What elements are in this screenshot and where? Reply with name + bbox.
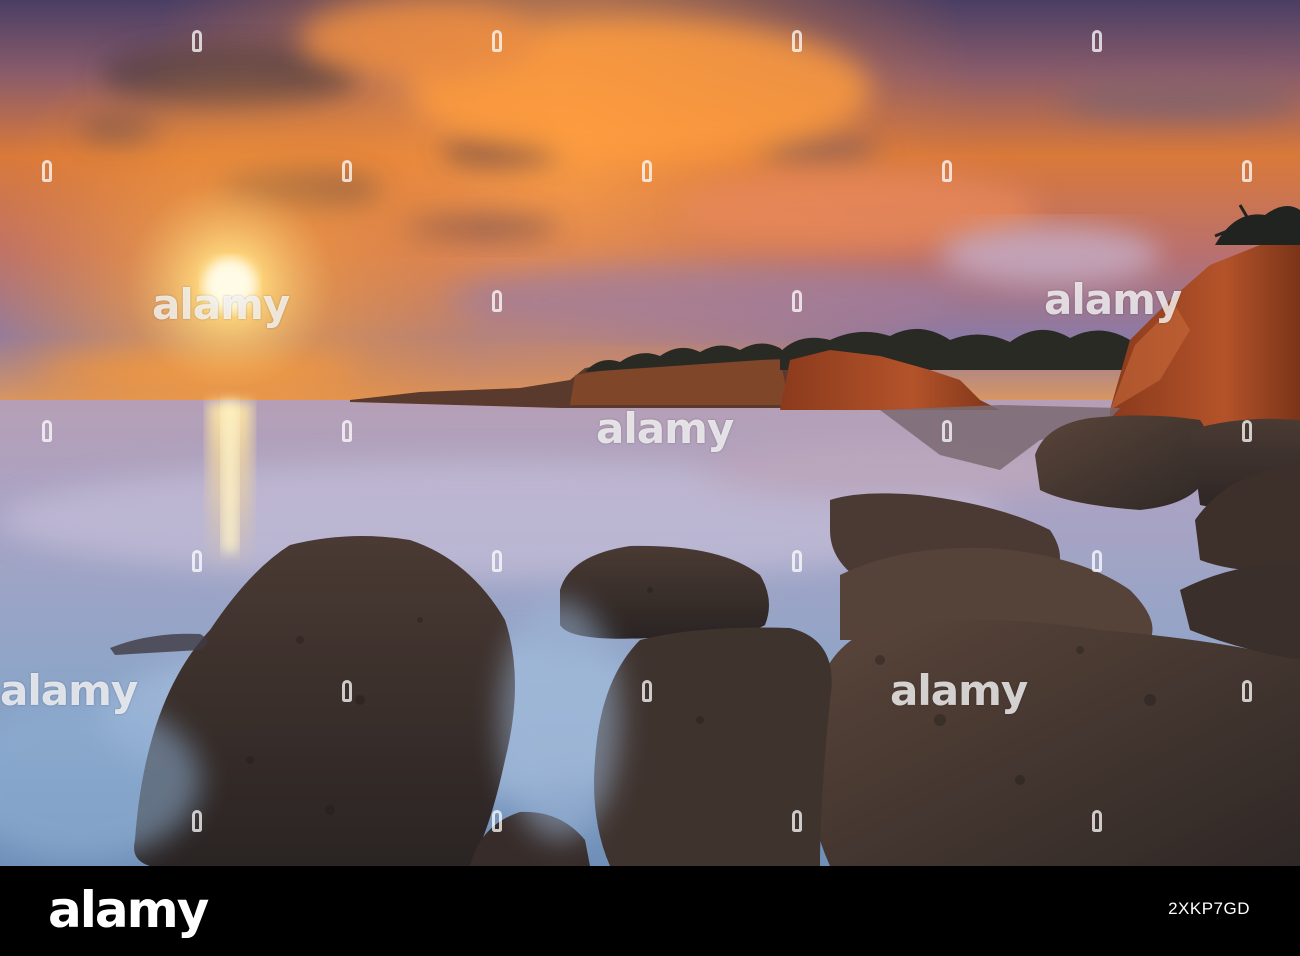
watermark-right: alamy [890, 666, 1028, 715]
watermark-mark [342, 420, 352, 442]
watermark-mark [1092, 550, 1102, 572]
watermark-left: alamy [0, 666, 138, 715]
watermark-mark [792, 30, 802, 52]
watermark-mid-right: alamy [1044, 275, 1182, 324]
alamy-logo: alamy [48, 881, 209, 939]
watermark-mark [492, 30, 502, 52]
watermark-mark [1092, 30, 1102, 52]
watermark-top-left: alamy [152, 280, 290, 329]
watermark-mark [792, 810, 802, 832]
watermark-mark [792, 550, 802, 572]
watermark-mark [642, 680, 652, 702]
watermark-mark [942, 420, 952, 442]
watermark-mark [1242, 680, 1252, 702]
watermark-mark [492, 810, 502, 832]
watermark-mark [192, 550, 202, 572]
watermark-center: alamy [596, 404, 734, 453]
watermark-mark [42, 420, 52, 442]
watermark-mark [942, 160, 952, 182]
watermark-mark [492, 290, 502, 312]
watermark-mark [42, 160, 52, 182]
watermark-mark [792, 290, 802, 312]
footer-bar: alamy 2XKP7GD [0, 866, 1300, 956]
watermark-mark [492, 550, 502, 572]
watermark-mark [642, 160, 652, 182]
watermark-mark [192, 30, 202, 52]
watermark-mark [1092, 810, 1102, 832]
sunset-photo: alamy alamy alamy alamy alamy [0, 0, 1300, 866]
watermark-mark [1242, 420, 1252, 442]
image-id-label: 2XKP7GD [1168, 899, 1250, 918]
watermark-mark [342, 160, 352, 182]
watermark-mark [192, 810, 202, 832]
watermark-mark [1242, 160, 1252, 182]
watermark-mark [342, 680, 352, 702]
